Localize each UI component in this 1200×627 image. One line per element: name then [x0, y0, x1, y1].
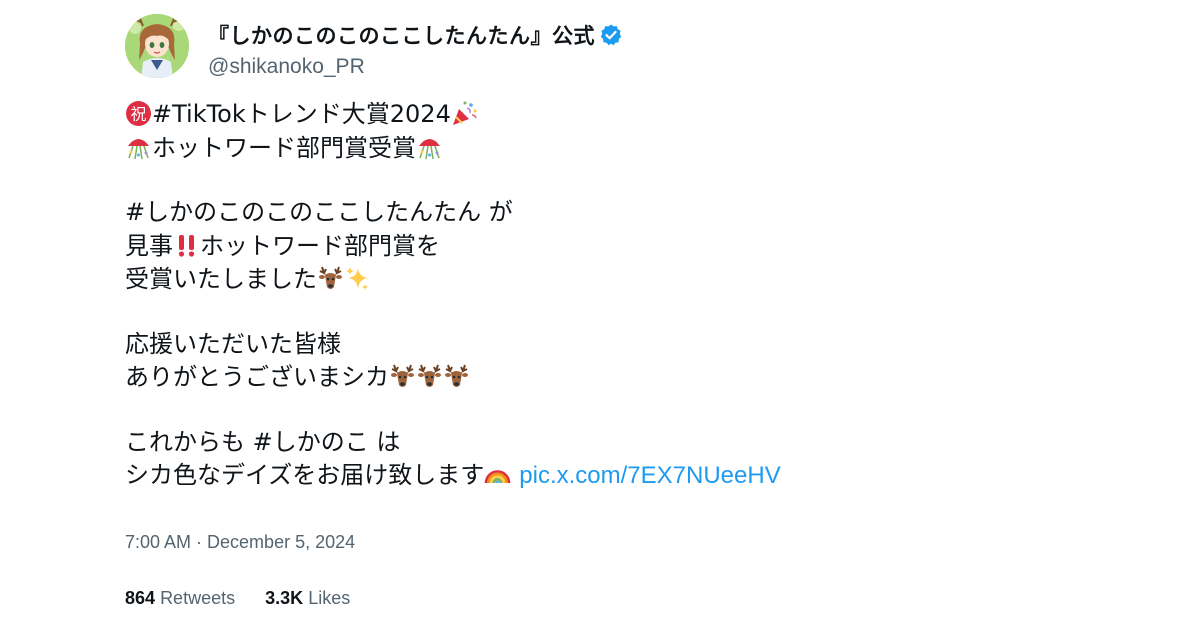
avatar[interactable]	[125, 14, 189, 78]
tweet-header: 『しかのこのこのここしたんたん』公式 @shikanoko_PR	[125, 14, 1085, 84]
tweet-line-2: ホットワード部門賞受賞	[125, 132, 1085, 166]
hashtag-shikanoko-full[interactable]: #しかのこのこのここしたんたん が	[125, 198, 513, 226]
tweet-line-11-text: これからも #しかのこ は	[125, 427, 401, 456]
media-link[interactable]: pic.x.com/7EX7NUeeHV	[519, 462, 780, 489]
tweet-line-9-text: ありがとうございまシカ	[125, 363, 389, 391]
tweet-line-8-text: 応援いただいた皆様	[125, 329, 341, 358]
deer-icon	[389, 363, 416, 390]
line-break	[125, 395, 1085, 426]
tweet-line-1-text: #TikTokトレンド大賞2024	[152, 100, 451, 128]
tweet-line-5-text-after: ホットワード部門賞を	[200, 231, 440, 260]
display-name-row: 『しかのこのこのここしたんたん』公式	[208, 20, 623, 50]
retweets-count[interactable]: 864	[125, 588, 155, 608]
tweet-line-8: 応援いただいた皆様	[125, 328, 1085, 362]
tweet-line-5-text-before: 見事	[125, 231, 173, 260]
sparkles-icon	[344, 265, 371, 292]
tweet-line-5: 見事 ホットワード部門賞を	[125, 230, 1085, 264]
likes-count[interactable]: 3.3K	[265, 588, 303, 608]
rainbow-icon	[484, 461, 511, 488]
tweet-card: 『しかのこのこのここしたんたん』公式 @shikanoko_PR 祝 #TikTo…	[125, 14, 1085, 608]
tweet-line-4: #しかのこのこのここしたんたん が	[125, 196, 1085, 230]
deer-icon	[443, 363, 470, 390]
anime-character-avatar-icon	[125, 14, 189, 78]
svg-text:祝: 祝	[130, 105, 146, 124]
confetti-ball-icon	[416, 134, 443, 161]
tweet-body: 祝 #TikTokトレンド大賞2024 ホットワード部門賞受賞 #しかのこのこのこ…	[125, 98, 1085, 493]
retweets-label[interactable]: Retweets	[160, 588, 235, 608]
tweet-line-12-text: シカ色なデイズをお届け致します	[125, 461, 485, 489]
line-break	[125, 165, 1085, 196]
user-handle[interactable]: @shikanoko_PR	[208, 55, 365, 79]
deer-icon	[416, 363, 443, 390]
tweet-line-6-text: 受賞いたしました	[125, 265, 317, 293]
line-break	[125, 297, 1085, 328]
tweet-line-2-text: ホットワード部門賞受賞	[152, 133, 416, 162]
verified-badge-icon	[599, 23, 623, 47]
party-popper-icon	[451, 100, 478, 127]
congratulation-kanji-icon: 祝	[125, 100, 152, 127]
tweet-line-12: シカ色なデイズをお届け致します pic.x.com/7EX7NUeeHV	[125, 459, 1085, 493]
double-exclamation-icon	[173, 232, 200, 259]
tweet-line-1: 祝 #TikTokトレンド大賞2024	[125, 98, 1085, 132]
tweet-stats: 864 Retweets 3.3K Likes	[125, 588, 350, 609]
display-name[interactable]: 『しかのこのこのここしたんたん』公式	[208, 20, 595, 50]
tweet-line-9: ありがとうございまシカ	[125, 361, 1085, 395]
tweet-line-11: これからも #しかのこ は	[125, 426, 1085, 460]
deer-icon	[317, 265, 344, 292]
likes-label[interactable]: Likes	[308, 588, 350, 608]
tweet-timestamp[interactable]: 7:00 AM · December 5, 2024	[125, 532, 355, 553]
confetti-ball-icon	[125, 134, 152, 161]
tweet-line-6: 受賞いたしました	[125, 263, 1085, 297]
